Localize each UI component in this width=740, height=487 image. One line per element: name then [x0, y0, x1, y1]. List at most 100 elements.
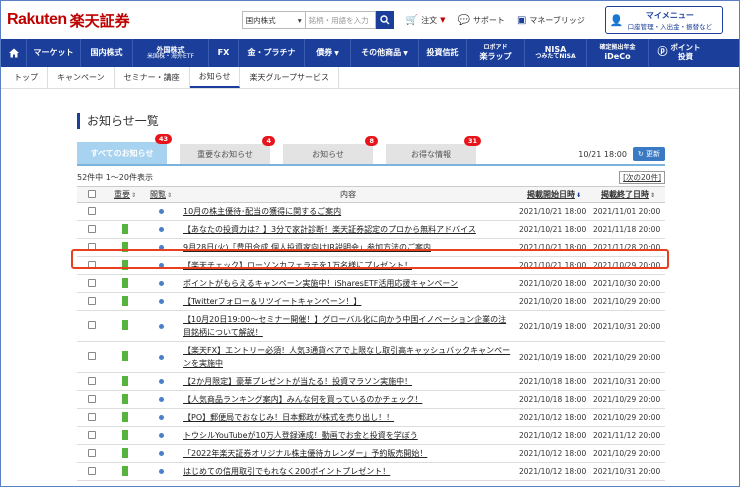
nav-nisa[interactable]: NISA つみたてNISA	[525, 39, 587, 67]
news-link[interactable]: ポイントがもらえるキャンペーン実施中！iSharesETF活用応援キャンペーン	[183, 279, 458, 288]
table-row[interactable]: 【あなたの投資力は？】3分で家計診断！楽天証券認定のプロから無料アドバイス 202…	[77, 220, 665, 239]
count-badge: 4	[262, 136, 275, 146]
news-link[interactable]: 【PO】郵便局でおなじみ！日本郵政が株式を売り出し！！	[183, 413, 394, 422]
search-input[interactable]: 銘柄・用語を入力	[305, 11, 376, 29]
row-checkbox[interactable]	[88, 296, 96, 305]
col-important[interactable]: 重要⇕	[107, 186, 143, 203]
tab-all[interactable]: すべてのお知らせ 43	[77, 134, 172, 164]
browser-frame: Rakuten 楽天証券 国内株式 ▾ 銘柄・用語を入力 🛒 注文 ▼ 💬 サポ…	[0, 0, 740, 487]
row-checkbox[interactable]	[88, 430, 96, 439]
col-end[interactable]: 掲載終了日時⇕	[591, 186, 665, 203]
important-cell	[107, 390, 143, 409]
select-all-checkbox[interactable]	[88, 189, 96, 198]
main-nav: マーケット 国内株式 外国株式 米国株・海外ETF FX 金・プラチナ 債券 ▼ そ…	[1, 39, 739, 67]
news-link[interactable]: 【楽天FX】エントリー必須！人気3通貨ペアで上限なし取引高キャッシュバックキャン…	[183, 346, 510, 368]
row-checkbox[interactable]	[88, 352, 96, 360]
tab-deals[interactable]: お得な情報 31	[386, 136, 481, 164]
subnav-top[interactable]: トップ	[5, 67, 48, 88]
tab-notices[interactable]: お知らせ 8	[283, 136, 378, 164]
table-row[interactable]: 【楽天FX】エントリー必須！人気3通貨ペアで上限なし取引高キャッシュバックキャン…	[77, 341, 665, 373]
row-checkbox[interactable]	[88, 206, 96, 215]
table-body: 10月の株主優待･配当の獲得に関するご案内 2021/10/21 18:00 202…	[77, 202, 665, 481]
subnav-news[interactable]: お知らせ	[189, 67, 241, 88]
row-checkbox[interactable]	[88, 224, 96, 233]
start-date-cell: 2021/10/21 18:00	[517, 220, 591, 239]
news-link[interactable]: 【Twitterフォロー＆リツイートキャンペーン！】	[183, 297, 361, 306]
table-row[interactable]: 【PO】郵便局でおなじみ！日本郵政が株式を売り出し！！ 2021/10/12 18…	[77, 408, 665, 427]
table-row[interactable]: はじめての信用取引でもれなく200ポイントプレゼント！ 2021/10/12 18…	[77, 462, 665, 481]
row-select-cell	[77, 220, 107, 239]
news-link[interactable]: トウシルYouTubeが10万人登録達成！動画でお金と投資を学ぼう	[183, 431, 418, 440]
table-row[interactable]: 【人気商品ランキング案内】みんな何を買っているのかチェック！ 2021/10/18…	[77, 390, 665, 409]
search-button[interactable]	[375, 11, 394, 29]
table-row[interactable]: 「2022年楽天証券オリジナル株主優待カレンダー」予約販売開始！ 2021/10/…	[77, 444, 665, 463]
nav-ideco[interactable]: 確定拠出年金 iDeCo	[587, 39, 649, 67]
unread-dot-icon	[158, 433, 164, 438]
table-row[interactable]: 【10月20日19:00〜セミナー開催！】グローバル化に向かう中国イノベーション…	[77, 310, 665, 342]
nav-bonds[interactable]: 債券 ▼	[305, 39, 351, 67]
sort-icon: ⇕	[649, 192, 656, 199]
refresh-button[interactable]: ↻ 更新	[632, 147, 665, 161]
row-checkbox[interactable]	[88, 466, 96, 475]
table-row[interactable]: 【2か月限定】豪華プレゼントが当たる！投資マラソン実施中！ 2021/10/18 …	[77, 372, 665, 391]
subnav-campaign[interactable]: キャンペーン	[48, 67, 115, 88]
order-link[interactable]: 🛒 注文 ▼	[406, 15, 446, 26]
support-link[interactable]: 💬 サポート	[457, 15, 504, 26]
news-link[interactable]: 【人気商品ランキング案内】みんな何を買っているのかチェック！	[183, 395, 422, 404]
nav-roboadvisor[interactable]: ロボアド 楽ラップ	[467, 39, 525, 67]
nav-foreign-stocks[interactable]: 外国株式 米国株・海外ETF	[133, 39, 209, 67]
row-checkbox[interactable]	[88, 278, 96, 287]
table-row[interactable]: 【Twitterフォロー＆リツイートキャンペーン！】 2021/10/20 18:…	[77, 292, 665, 311]
row-checkbox[interactable]	[88, 394, 96, 403]
start-date-cell: 2021/10/12 18:00	[517, 462, 591, 481]
important-cell	[107, 292, 143, 311]
mymenu-button[interactable]: 👤 マイメニュー 口座管理・入出金・振替など	[604, 6, 723, 34]
user-icon: 👤	[609, 13, 624, 27]
nav-gold-platinum[interactable]: 金・プラチナ	[239, 39, 305, 67]
row-checkbox[interactable]	[88, 448, 96, 457]
important-cell	[107, 220, 143, 239]
col-start[interactable]: 掲載開始日時⬇	[517, 186, 591, 203]
nav-market[interactable]: マーケット	[27, 39, 81, 67]
read-cell	[143, 341, 179, 373]
content-cell: はじめての信用取引でもれなく200ポイントプレゼント！	[179, 462, 517, 481]
tab-important[interactable]: 重要なお知らせ 4	[180, 136, 275, 164]
news-link[interactable]: 【2か月限定】豪華プレゼントが当たる！投資マラソン実施中！	[183, 377, 412, 386]
news-link[interactable]: はじめての信用取引でもれなく200ポイントプレゼント！	[183, 467, 390, 476]
row-checkbox[interactable]	[88, 321, 96, 329]
col-label: 掲載開始日時	[526, 190, 575, 199]
nav-points[interactable]: ⓟ ポイント 投資	[649, 39, 709, 67]
news-link[interactable]: 「2022年楽天証券オリジナル株主優待カレンダー」予約販売開始！	[183, 449, 427, 458]
news-link[interactable]: 【あなたの投資力は？】3分で家計診断！楽天証券認定のプロから無料アドバイス	[183, 225, 476, 234]
news-link[interactable]: 10月の株主優待･配当の獲得に関するご案内	[183, 207, 341, 216]
sort-desc-icon: ⬇	[575, 192, 582, 199]
moneybridge-link[interactable]: ▣ マネーブリッジ	[517, 15, 585, 26]
news-link[interactable]: 【10月20日19:00〜セミナー開催！】グローバル化に向かう中国イノベーション…	[183, 315, 506, 337]
important-cell	[107, 341, 143, 373]
start-date-cell: 2021/10/18 18:00	[517, 372, 591, 391]
read-cell	[143, 372, 179, 391]
row-checkbox[interactable]	[88, 412, 96, 421]
nav-fx[interactable]: FX	[209, 39, 239, 67]
subnav-seminar[interactable]: セミナー・講座	[115, 67, 190, 88]
nav-investment-trust[interactable]: 投資信託	[419, 39, 467, 67]
chevron-down-icon: ▾	[297, 15, 302, 25]
table-row[interactable]: 10月の株主優待･配当の獲得に関するご案内 2021/10/21 18:00 202…	[77, 202, 665, 221]
rakuten-logo[interactable]: Rakuten 楽天証券	[7, 10, 130, 31]
row-select-cell	[77, 274, 107, 293]
row-checkbox[interactable]	[88, 376, 96, 385]
col-read[interactable]: 閲覧⇕	[143, 186, 179, 203]
subnav-rakuten-group[interactable]: 楽天グループサービス	[240, 67, 339, 88]
search-category-select[interactable]: 国内株式 ▾	[241, 11, 306, 29]
coin-icon: ⓟ	[657, 47, 668, 59]
home-button[interactable]	[1, 39, 27, 67]
order-label: 注文	[421, 15, 438, 25]
read-cell	[143, 408, 179, 427]
nav-label: 投資信託	[426, 48, 459, 58]
table-row[interactable]: トウシルYouTubeが10万人登録達成！動画でお金と投資を学ぼう 2021/10…	[77, 426, 665, 445]
next-page-link[interactable]: [次の20件]	[619, 170, 665, 184]
table-row[interactable]: ポイントがもらえるキャンペーン実施中！iSharesETF活用応援キャンペーン 2…	[77, 274, 665, 293]
unread-dot-icon	[158, 281, 164, 286]
nav-domestic-stocks[interactable]: 国内株式	[81, 39, 133, 67]
nav-other-products[interactable]: その他商品 ▼	[351, 39, 419, 67]
